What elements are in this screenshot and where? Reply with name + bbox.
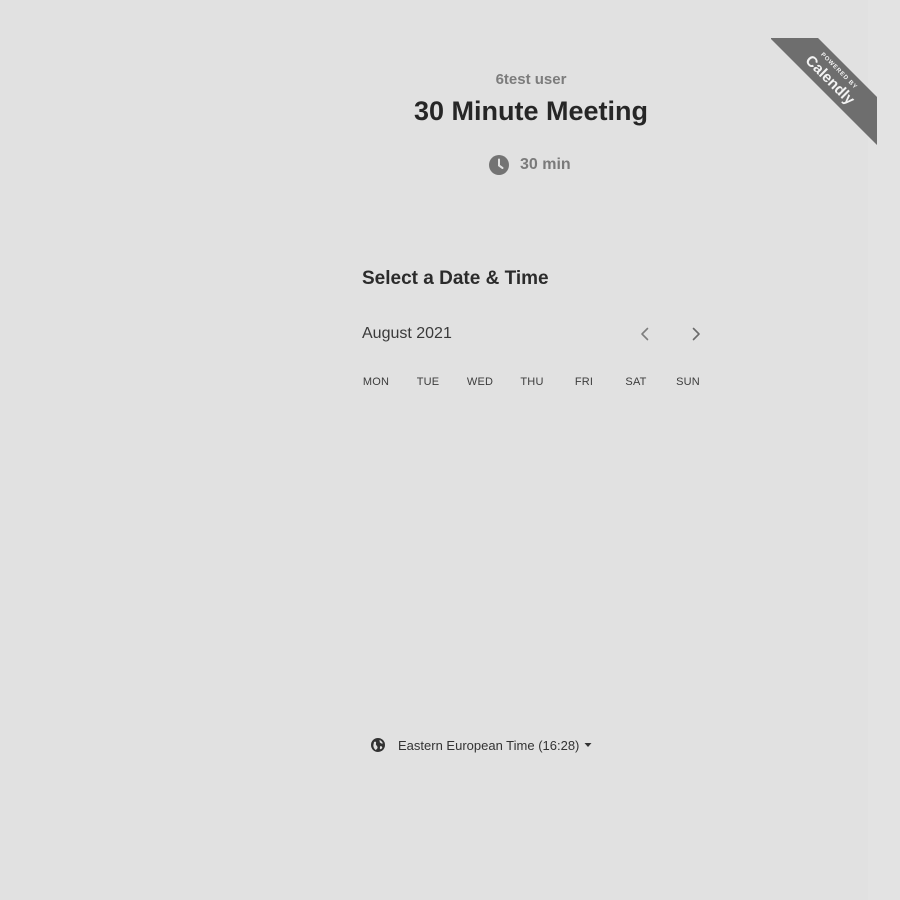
weekday-thu: THU bbox=[520, 376, 544, 388]
duration-info: 30 min bbox=[488, 152, 571, 178]
weekday-wed: WED bbox=[466, 376, 494, 388]
weekday-fri: FRI bbox=[574, 376, 594, 388]
owner-name: 6test user bbox=[495, 71, 567, 88]
weekday-sat: SAT bbox=[625, 376, 647, 388]
duration-label: 30 min bbox=[520, 156, 571, 173]
event-title: 30 Minute Meeting bbox=[413, 96, 649, 126]
chevron-left-icon bbox=[639, 327, 651, 341]
clock-icon bbox=[488, 154, 510, 176]
globe-icon bbox=[370, 737, 386, 753]
timezone-selector[interactable]: Eastern European Time (16:28) bbox=[370, 734, 592, 756]
next-month-button[interactable] bbox=[684, 322, 708, 346]
chevron-right-icon bbox=[690, 327, 702, 341]
badge-ribbon: POWERED BY Calendly bbox=[771, 38, 877, 146]
caret-down-icon bbox=[584, 742, 592, 748]
select-date-time-heading: Select a Date & Time bbox=[362, 268, 549, 289]
scheduling-page: 6test user 30 Minute Meeting 30 min Sele… bbox=[0, 0, 900, 900]
timezone-label: Eastern European Time (16:28) bbox=[398, 737, 580, 753]
weekday-mon: MON bbox=[362, 376, 390, 388]
month-label: August 2021 bbox=[362, 325, 452, 342]
weekday-header-row: MON TUE WED THU FRI SAT SUN bbox=[350, 376, 714, 388]
powered-by-calendly-badge[interactable]: POWERED BY Calendly bbox=[771, 38, 877, 146]
weekday-tue: TUE bbox=[416, 376, 440, 388]
weekday-sun: SUN bbox=[676, 376, 700, 388]
previous-month-button[interactable] bbox=[633, 322, 657, 346]
